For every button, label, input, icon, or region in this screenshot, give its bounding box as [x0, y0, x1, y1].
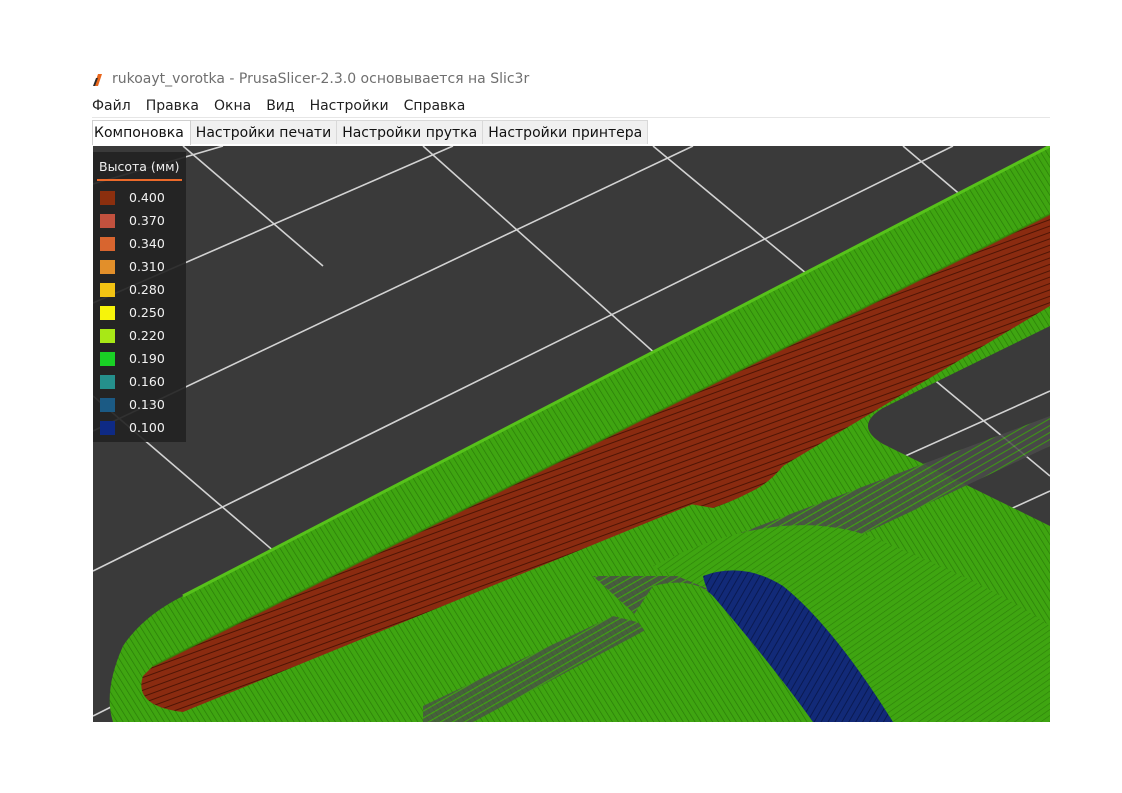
legend-value: 0.220	[129, 328, 165, 343]
legend-value: 0.250	[129, 305, 165, 320]
3d-preview-viewport[interactable]	[93, 146, 1050, 722]
legend-item: 0.280	[100, 278, 165, 301]
legend-value: 0.160	[129, 374, 165, 389]
menu-settings[interactable]: Настройки	[310, 98, 389, 114]
legend-item: 0.370	[100, 209, 165, 232]
legend-swatch	[100, 236, 115, 251]
menu-divider	[92, 117, 1050, 118]
legend-swatch	[100, 213, 115, 228]
legend-swatch	[100, 420, 115, 435]
tab-filament-settings[interactable]: Настройки прутка	[336, 120, 484, 144]
tab-plater[interactable]: Компоновка	[92, 120, 191, 145]
window-title: rukoayt_vorotka - PrusaSlicer-2.3.0 осно…	[112, 71, 530, 87]
prusaslicer-logo-icon	[92, 72, 104, 86]
tab-bar: Компоновка Настройки печати Настройки пр…	[92, 120, 649, 145]
title-bar: rukoayt_vorotka - PrusaSlicer-2.3.0 осно…	[92, 66, 529, 92]
legend-value: 0.370	[129, 213, 165, 228]
legend-item: 0.100	[100, 416, 165, 439]
height-legend: Высота (мм) 0.400 0.370 0.340 0.310 0.28…	[93, 152, 186, 442]
sliced-model-preview	[93, 146, 1050, 722]
legend-item: 0.220	[100, 324, 165, 347]
legend-swatch	[100, 397, 115, 412]
legend-value: 0.400	[129, 190, 165, 205]
legend-swatch	[100, 282, 115, 297]
legend-value: 0.280	[129, 282, 165, 297]
legend-swatch	[100, 190, 115, 205]
legend-item: 0.310	[100, 255, 165, 278]
legend-item: 0.190	[100, 347, 165, 370]
legend-item: 0.250	[100, 301, 165, 324]
tab-print-settings[interactable]: Настройки печати	[189, 120, 338, 144]
legend-title-underline	[97, 179, 182, 181]
legend-value: 0.100	[129, 420, 165, 435]
legend-swatch	[100, 374, 115, 389]
legend-swatch	[100, 305, 115, 320]
legend-items: 0.400 0.370 0.340 0.310 0.280 0.250 0.22…	[100, 186, 165, 439]
legend-swatch	[100, 259, 115, 274]
menu-edit[interactable]: Правка	[146, 98, 199, 114]
menu-help[interactable]: Справка	[404, 98, 466, 114]
tab-printer-settings[interactable]: Настройки принтера	[482, 120, 649, 144]
legend-value: 0.310	[129, 259, 165, 274]
legend-item: 0.130	[100, 393, 165, 416]
legend-value: 0.340	[129, 236, 165, 251]
legend-value: 0.130	[129, 397, 165, 412]
legend-title: Высота (мм)	[99, 159, 180, 174]
menu-window[interactable]: Окна	[214, 98, 251, 114]
menu-view[interactable]: Вид	[266, 98, 294, 114]
menu-bar: Файл Правка Окна Вид Настройки Справка	[92, 95, 465, 117]
legend-swatch	[100, 351, 115, 366]
legend-item: 0.400	[100, 186, 165, 209]
legend-item: 0.340	[100, 232, 165, 255]
legend-item: 0.160	[100, 370, 165, 393]
legend-value: 0.190	[129, 351, 165, 366]
menu-file[interactable]: Файл	[92, 98, 131, 114]
legend-swatch	[100, 328, 115, 343]
